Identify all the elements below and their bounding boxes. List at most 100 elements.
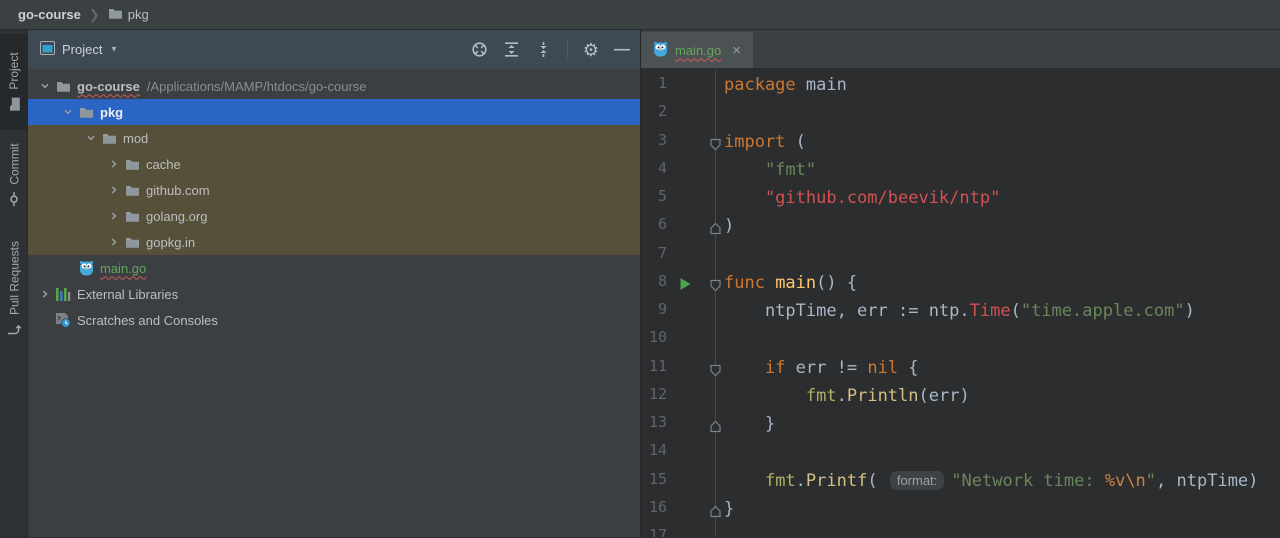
inlay-hint-format[interactable]: format: (889, 471, 945, 491)
breadcrumb-separator-icon: ❯ (88, 6, 100, 22)
tree-item-scratches-and-consoles[interactable]: Scratches and Consoles (28, 307, 640, 333)
gutter-line[interactable]: 4 (641, 156, 715, 184)
line-number: 3 (657, 130, 667, 149)
breadcrumb-current[interactable]: pkg (128, 7, 149, 22)
gutter-line[interactable]: 16 (641, 495, 721, 523)
project-panel-title[interactable]: Project ▾ (40, 41, 117, 58)
collapse-all-icon[interactable] (535, 41, 552, 58)
code-token: ( (1010, 301, 1021, 322)
chevron-down-icon[interactable] (40, 81, 50, 91)
code-content[interactable]: package main import ( "fmt" "github.com/b… (716, 69, 1280, 537)
fold-end-icon[interactable] (709, 222, 722, 235)
tree-item-label: go-course (77, 78, 140, 94)
line-number: 6 (657, 215, 667, 234)
gutter-line[interactable]: 8 (641, 269, 721, 297)
gutter-line[interactable]: 14 (641, 438, 715, 466)
settings-gear-icon[interactable]: ⚙ (583, 41, 599, 59)
go-gopher-icon (653, 41, 668, 57)
tool-window-stripe: Project Commit Pull Requests (0, 30, 28, 537)
code-token: package (724, 75, 796, 96)
gutter-line[interactable]: 17 (641, 523, 715, 537)
editor-tab-main-go[interactable]: main.go × (641, 32, 754, 68)
chevron-down-icon[interactable] (86, 133, 96, 143)
fold-end-icon[interactable] (709, 420, 722, 433)
chevron-right-icon[interactable] (109, 159, 119, 169)
tree-item-external-libraries[interactable]: External Libraries (28, 281, 640, 307)
chevron-right-icon[interactable] (109, 211, 119, 221)
breadcrumb-project[interactable]: go-course (18, 7, 81, 22)
gutter-line[interactable]: 3 (641, 128, 721, 156)
pull-request-icon (6, 322, 21, 337)
gutter-line[interactable]: 13 (641, 410, 721, 438)
code-token: Println (846, 385, 919, 406)
chevron-down-icon[interactable] (63, 107, 73, 117)
scratches-icon (55, 312, 71, 328)
commit-icon (6, 192, 21, 207)
fold-end-icon[interactable] (709, 505, 722, 518)
tree-item-go-course[interactable]: go-course/Applications/MAMP/htdocs/go-co… (28, 73, 640, 99)
tree-item-mod[interactable]: mod (28, 125, 640, 151)
tree-item-github-com[interactable]: github.com (28, 177, 640, 203)
chevron-right-icon[interactable] (40, 289, 50, 299)
editor-tab-label: main.go (675, 42, 722, 58)
expand-all-icon[interactable] (503, 41, 520, 58)
gutter-line[interactable]: 1 (641, 71, 715, 99)
gutter-line[interactable]: 12 (641, 382, 715, 410)
code-line: fmt. Printf( format: "Network time: %v \n ",… (716, 467, 1280, 495)
locate-icon[interactable] (471, 41, 488, 58)
tree-item-pkg[interactable]: pkg (28, 99, 640, 125)
code-token: . (795, 470, 806, 491)
code-token: Printf (805, 470, 868, 491)
line-number: 12 (648, 384, 667, 403)
line-number: 8 (657, 271, 667, 290)
stripe-button-project[interactable]: Project (0, 34, 27, 131)
editor-tab-bar: main.go × (641, 30, 1280, 69)
chevron-right-icon[interactable] (109, 185, 119, 195)
tree-item-cache[interactable]: cache (28, 151, 640, 177)
folder-icon (125, 236, 140, 249)
code-token: (err) (918, 385, 970, 406)
gutter-line[interactable]: 5 (641, 184, 715, 212)
gutter-line[interactable]: 15 (641, 467, 715, 495)
fold-start-icon[interactable] (709, 138, 722, 151)
stripe-button-pull-requests[interactable]: Pull Requests (0, 220, 27, 360)
line-number: 17 (648, 526, 667, 537)
stripe-button-label: Commit (6, 143, 21, 185)
stripe-button-commit[interactable]: Commit (0, 130, 27, 219)
code-token: "fmt" (724, 159, 817, 180)
fold-start-icon[interactable] (709, 279, 722, 292)
line-number: 13 (648, 413, 667, 431)
fold-start-icon[interactable] (709, 364, 722, 377)
close-icon[interactable]: × (732, 42, 741, 59)
folder-icon (56, 80, 71, 93)
tree-item-golang-org[interactable]: golang.org (28, 203, 640, 229)
gutter-line[interactable]: 11 (641, 354, 721, 382)
folder-icon (7, 97, 20, 112)
line-number: 1 (657, 74, 667, 92)
line-number: 15 (648, 469, 667, 488)
code-line: ntpTime, err := ntp. Time("time.apple.com… (716, 297, 1280, 325)
folder-icon (102, 132, 117, 145)
tree-item-main-go[interactable]: main.go (28, 255, 640, 281)
code-line: package main (716, 71, 1280, 99)
tree-item-label: Scratches and Consoles (77, 312, 218, 328)
chevron-right-icon[interactable] (109, 237, 119, 247)
tree-item-gopkg-in[interactable]: gopkg.in (28, 229, 640, 255)
code-line: ) (716, 212, 1280, 240)
code-token: "Network time: (951, 470, 1105, 491)
folder-icon (108, 7, 123, 20)
gutter-line[interactable]: 10 (641, 325, 715, 353)
gutter-line[interactable]: 6 (641, 212, 721, 240)
gutter-line[interactable]: 9 (641, 297, 715, 325)
hide-panel-icon[interactable]: — (614, 41, 630, 58)
code-token: %v (1104, 470, 1126, 491)
gutter-line[interactable]: 2 (641, 99, 715, 127)
code-token: { (898, 357, 919, 378)
run-icon[interactable] (679, 277, 692, 291)
editor-gutter: 1 2 3 4 5 6 7 8 9 10 11 12 13 14 15 16 17 (641, 69, 721, 537)
gutter-line[interactable]: 7 (641, 241, 715, 269)
folder-icon (125, 184, 140, 197)
tree-item-label: External Libraries (77, 286, 179, 302)
